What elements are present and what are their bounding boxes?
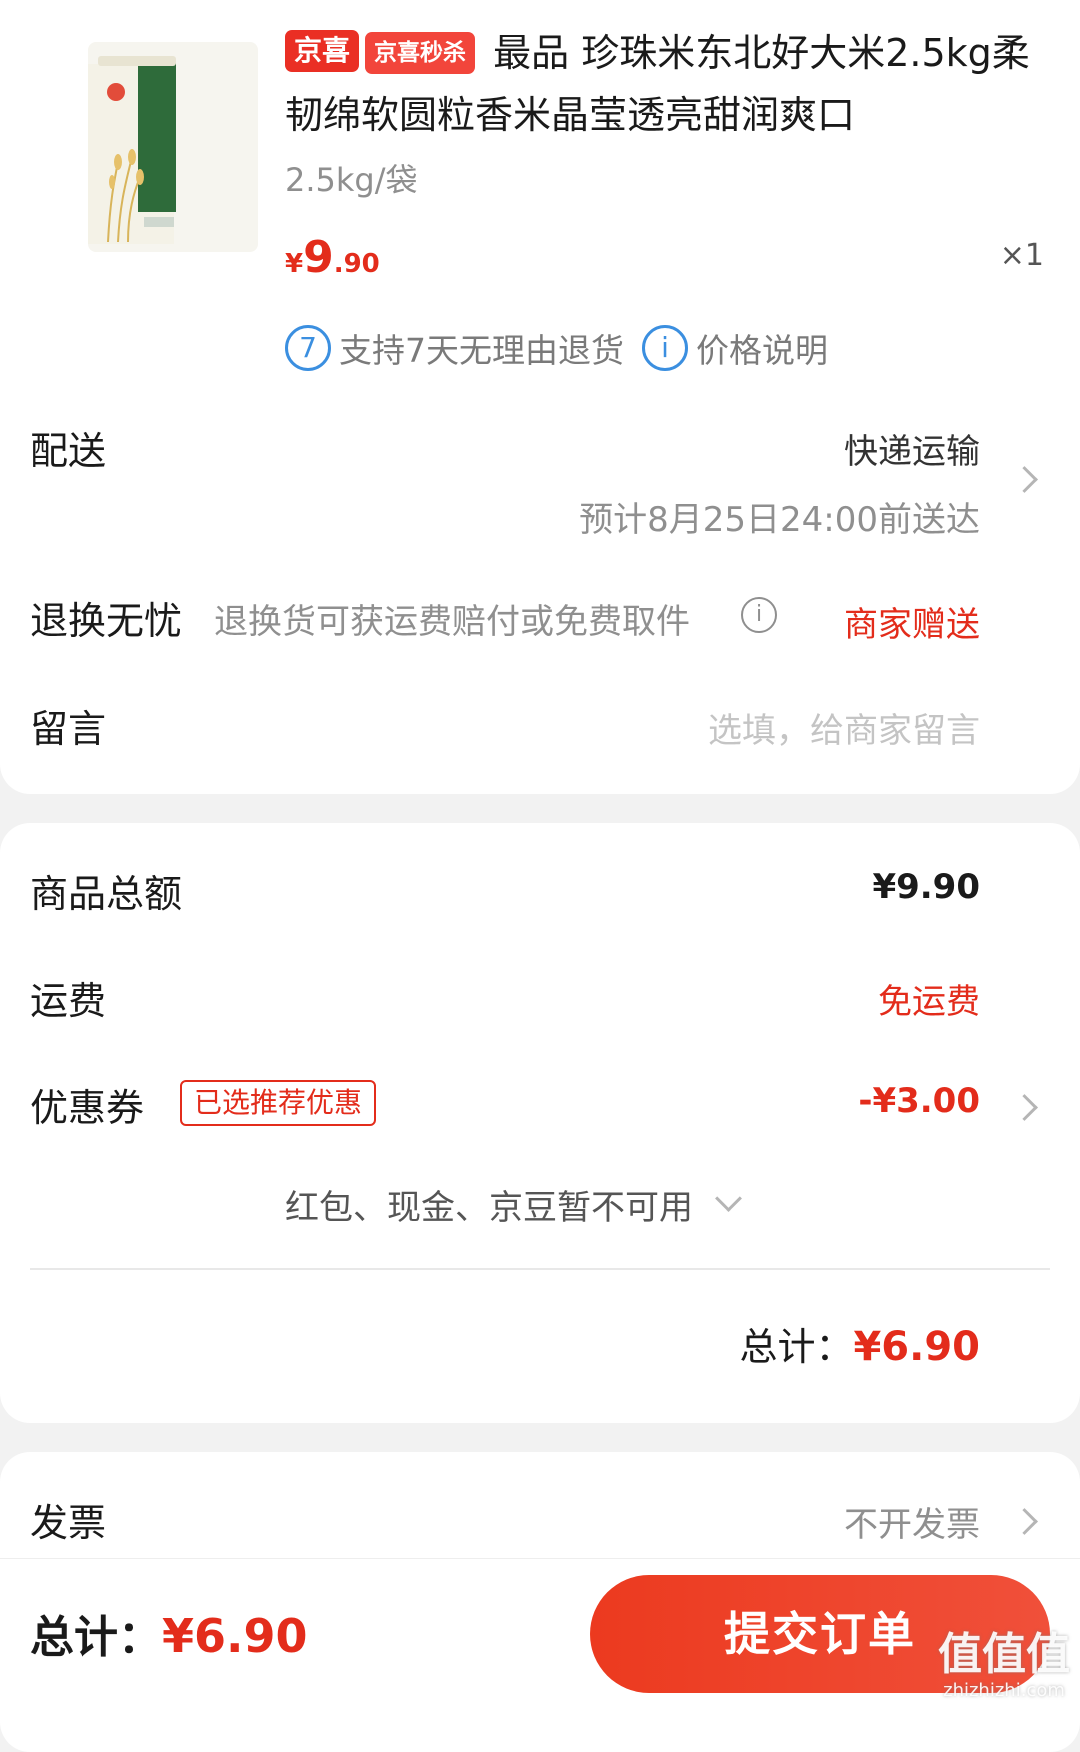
returns-value: 商家赠送 (844, 605, 980, 645)
product-spec: 2.5kg/袋 (285, 161, 418, 199)
message-input[interactable]: 选填，给商家留言 (708, 703, 980, 752)
flash-sale-tag: 京喜秒杀 (365, 32, 476, 74)
watermark: 值值值 zhizhizhi.com (938, 1629, 1070, 1702)
rice-bag-illustration (88, 56, 176, 244)
info-icon: i (642, 325, 688, 371)
bottom-total: 总计：¥6.90 (30, 1601, 308, 1665)
shipping-value: 免运费 (878, 982, 980, 1022)
returns-info-icon[interactable]: i (741, 597, 777, 633)
subtotal-label: 总计： (739, 1325, 854, 1369)
chevron-down-icon (715, 1185, 742, 1212)
seven-day-return-icon: 7 (285, 325, 331, 371)
goods-total-value: ¥9.90 (872, 867, 980, 907)
seven-day-return-text[interactable]: 支持7天无理由退货 (339, 324, 624, 372)
returns-description: 退换货可获运费赔付或免费取件 (214, 602, 690, 642)
invoice-value[interactable]: 不开发票 (844, 1497, 980, 1546)
returns-label: 退换无忧 (30, 599, 183, 643)
price-currency: ¥ (285, 249, 304, 279)
bottom-total-value: ¥6.90 (162, 1609, 308, 1663)
message-label: 留言 (30, 707, 107, 751)
delivery-label: 配送 (30, 429, 107, 473)
unavailable-text: 红包、现金、京豆暂不可用 (285, 1188, 693, 1228)
price-integer: 9 (303, 232, 334, 283)
delivery-eta: 预计8月25日24:00前送达 (579, 500, 980, 540)
coupon-value[interactable]: -¥3.00 (858, 1081, 980, 1121)
service-row: 7 支持7天无理由退货 i 价格说明 (285, 324, 828, 372)
subtotal-value: ¥6.90 (853, 1324, 980, 1370)
subtotal: 总计：¥6.90 (739, 1316, 980, 1371)
product-image[interactable] (88, 42, 258, 252)
coupon-label: 优惠券 (30, 1086, 145, 1130)
divider (30, 1268, 1050, 1270)
shipping-label: 运费 (30, 979, 107, 1023)
watermark-url: zhizhizhi.com (943, 1680, 1065, 1701)
watermark-logo: 值值值 (938, 1629, 1070, 1680)
product-quantity: ×1 (999, 238, 1044, 273)
product-title[interactable]: 京喜 京喜秒杀 最品 珍珠米东北好大米2.5kg柔韧绵软圆粒香米晶莹透亮甜润爽口 (285, 22, 1055, 146)
price-explanation-link[interactable]: 价格说明 (696, 324, 828, 372)
jingxi-tag: 京喜 (285, 30, 360, 72)
delivery-method[interactable]: 快递运输 (844, 424, 980, 473)
unavailable-options[interactable]: 红包、现金、京豆暂不可用 (285, 1180, 742, 1229)
bottom-bar: 总计：¥6.90 提交订单 值值值 zhizhizhi.com (0, 1558, 1080, 1707)
goods-total-label: 商品总额 (30, 872, 183, 916)
bottom-total-label: 总计： (30, 1612, 162, 1663)
coupon-badge: 已选推荐优惠 (180, 1080, 377, 1126)
product-price: ¥9.90 (285, 232, 380, 283)
price-decimal: .90 (333, 249, 380, 279)
invoice-label: 发票 (30, 1501, 107, 1545)
